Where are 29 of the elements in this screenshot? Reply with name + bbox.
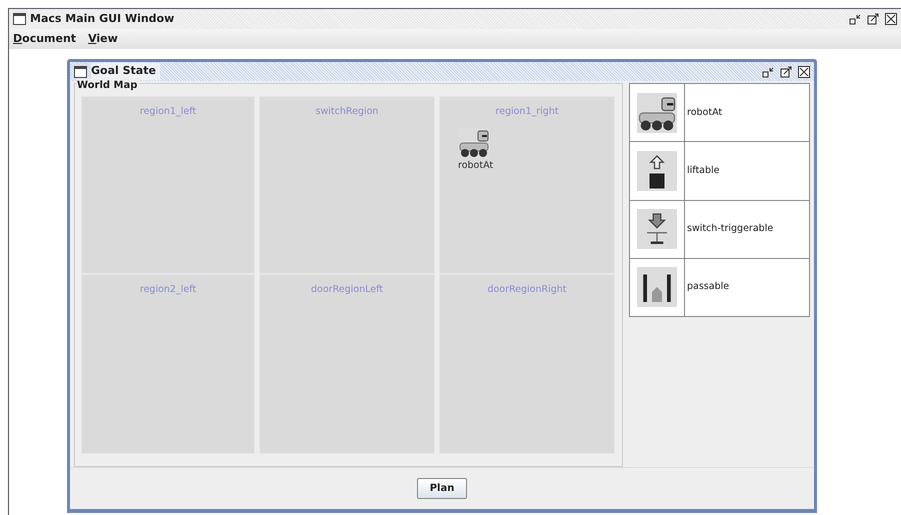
region-name: region1_left xyxy=(140,105,196,120)
group-title: World Map xyxy=(77,78,140,94)
minimize-icon xyxy=(762,66,774,78)
frame-title: Goal State xyxy=(91,63,160,80)
menu-item[interactable]: View xyxy=(88,30,118,48)
legend-label: liftable xyxy=(687,164,720,178)
window-title: Macs Main GUI Window xyxy=(30,10,178,28)
frame-icon xyxy=(74,66,87,78)
plan-button[interactable]: Plan xyxy=(416,478,468,500)
minimize-icon xyxy=(849,13,861,25)
legend-label: switch-triggerable xyxy=(687,222,774,236)
maximize-icon xyxy=(780,66,792,78)
region-name: region2_left xyxy=(140,283,196,298)
close-icon xyxy=(885,13,897,25)
liftable-icon xyxy=(637,150,677,191)
close-icon xyxy=(798,66,810,78)
region-name: doorRegionLeft xyxy=(311,283,383,298)
region-name: doorRegionRight xyxy=(487,283,567,298)
region-name: switchRegion xyxy=(316,105,378,120)
window-icon xyxy=(13,13,26,25)
robot-icon xyxy=(637,92,677,133)
switch-icon xyxy=(637,209,677,250)
legend-label: robotAt xyxy=(687,106,722,120)
region-name: region1_right xyxy=(495,105,559,120)
passable-icon xyxy=(637,267,677,308)
menu-item[interactable]: Document xyxy=(13,30,76,48)
maximize-icon xyxy=(867,13,879,25)
item-label: robotAt xyxy=(458,159,494,174)
legend-label: passable xyxy=(687,280,730,294)
